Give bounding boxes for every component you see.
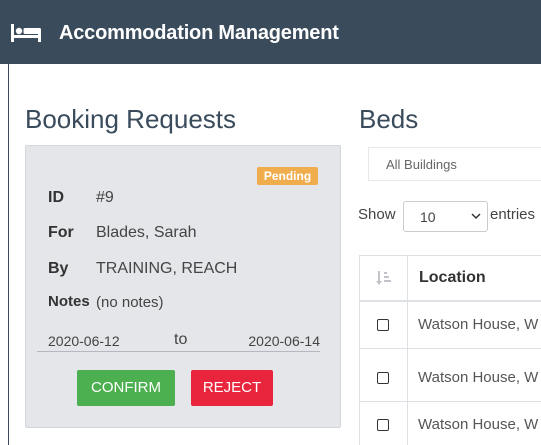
table-border-left: [359, 255, 360, 445]
date-from: 2020-06-12: [48, 333, 120, 349]
for-value: Blades, Sarah: [96, 224, 197, 241]
id-label: ID: [48, 189, 64, 206]
date-separator: to: [174, 331, 188, 348]
id-value: #9: [96, 189, 114, 206]
app-title: Accommodation Management: [59, 22, 339, 44]
booking-requests-heading: Booking Requests: [25, 104, 237, 134]
for-label: For: [48, 224, 74, 241]
by-value: TRAINING, REACH: [96, 260, 238, 277]
booking-request-card: [25, 145, 341, 428]
chevron-down-icon: [471, 213, 481, 220]
notes-value: (no notes): [96, 294, 164, 311]
bed-icon: [11, 24, 41, 42]
entries-select[interactable]: 10: [403, 201, 488, 232]
status-badge: Pending: [257, 167, 318, 185]
row-checkbox[interactable]: [377, 419, 389, 431]
table-row[interactable]: Watson House, W: [359, 302, 541, 349]
entries-value: 10: [420, 209, 436, 225]
table-row[interactable]: Watson House, W: [359, 355, 541, 402]
app-header: Accommodation Management: [0, 0, 541, 64]
notes-label: Notes: [48, 293, 90, 310]
building-select[interactable]: All Buildings: [368, 147, 541, 181]
date-to: 2020-06-14: [248, 333, 320, 349]
confirm-button[interactable]: CONFIRM: [77, 370, 175, 406]
table-column-divider: [407, 255, 408, 445]
table-header: Location: [359, 255, 541, 302]
entries-label: entries: [490, 206, 536, 223]
column-header-location[interactable]: Location: [419, 269, 486, 287]
show-label: Show: [358, 206, 396, 223]
row-location: Watson House, W: [418, 369, 539, 386]
table-row[interactable]: Watson House, W: [359, 402, 541, 445]
row-location: Watson House, W: [418, 416, 539, 433]
building-select-value: All Buildings: [386, 157, 457, 172]
row-location: Watson House, W: [418, 316, 539, 333]
content-border: [8, 64, 9, 445]
date-range: 2020-06-12 to 2020-06-14: [37, 330, 320, 352]
by-label: By: [48, 260, 69, 277]
reject-button[interactable]: REJECT: [191, 370, 273, 406]
beds-heading: Beds: [359, 104, 419, 134]
row-checkbox[interactable]: [377, 319, 389, 331]
sort-icon[interactable]: [376, 270, 392, 286]
row-checkbox[interactable]: [377, 372, 389, 384]
